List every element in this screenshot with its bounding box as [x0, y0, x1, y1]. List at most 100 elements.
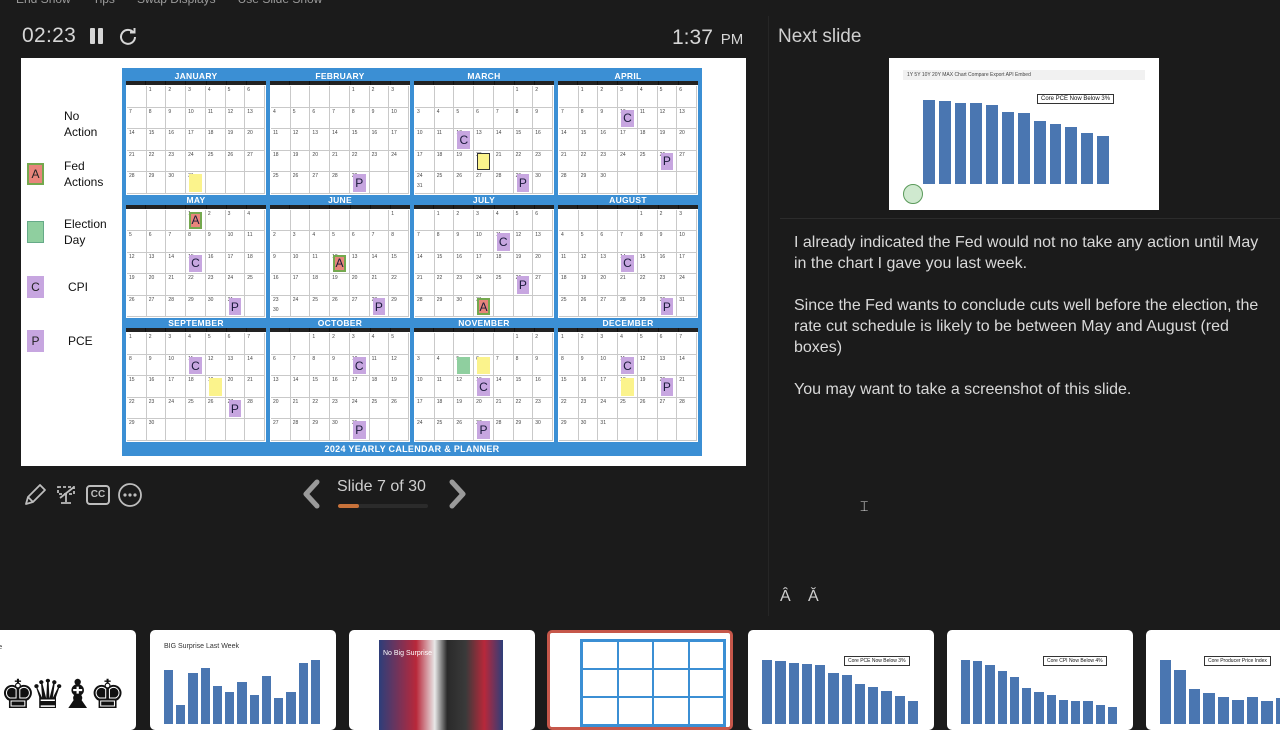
day-cell: 14	[166, 252, 187, 275]
swap-displays-link[interactable]: Swap Displays	[137, 0, 216, 8]
filmstrip-slide-thumbnail[interactable]: ing and Patience ♚♛♝♚	[0, 630, 136, 730]
day-cell: 9	[271, 252, 291, 275]
day-cell	[657, 419, 678, 441]
pause-timer-button[interactable]	[89, 28, 105, 44]
speaker-notes[interactable]: I already indicated the Fed would not no…	[794, 232, 1264, 421]
thumbnail-bar	[841, 674, 852, 724]
legend-swatch: A	[27, 163, 44, 185]
day-cell: 9	[205, 231, 226, 253]
day-cell	[290, 86, 311, 108]
next-slide-button[interactable]	[447, 478, 469, 510]
filmstrip-slide-thumbnail[interactable]	[547, 630, 733, 730]
day-cell: 1	[310, 333, 331, 355]
filmstrip-slide-thumbnail[interactable]: Core Producer Price Index	[1146, 630, 1280, 730]
day-cell: 31	[677, 295, 697, 318]
calendar-marker-C: C	[477, 378, 490, 396]
tips-link[interactable]: Tips	[93, 0, 115, 8]
day-cell	[245, 172, 265, 194]
filmstrip-slide-thumbnail[interactable]: Core PCE Now Below 3%	[748, 630, 934, 730]
previous-slide-button[interactable]	[300, 478, 322, 510]
use-slide-show-link[interactable]: Use Slide Show	[238, 0, 323, 8]
calendar-mini-month	[618, 642, 652, 668]
day-cell: 19	[290, 150, 311, 173]
day-cell: 26	[225, 150, 246, 173]
day-cell: 18	[205, 129, 226, 151]
chart-toolbar: 1Y 5Y 10Y 20Y MAX Chart Compare Export A…	[903, 70, 1145, 80]
day-cell	[415, 333, 435, 355]
day-cell: 16	[598, 129, 619, 151]
restart-timer-button[interactable]	[118, 26, 138, 46]
day-cell	[245, 295, 265, 318]
end-show-link[interactable]: End Show	[16, 0, 71, 8]
day-cell: 30	[578, 419, 599, 441]
day-cell: 1A	[186, 209, 206, 232]
day-cell	[578, 209, 599, 232]
month-days: 12345678910C1112131415161718192021222324…	[270, 332, 410, 442]
day-cell: 7	[330, 107, 350, 130]
pane-divider[interactable]	[768, 16, 769, 616]
day-cell: 21	[493, 150, 514, 173]
day-cell	[290, 209, 311, 232]
calendar-marker-C: C	[352, 356, 366, 375]
day-cell: 9	[330, 354, 350, 377]
day-cell: 27	[598, 295, 619, 318]
day-cell	[186, 419, 206, 441]
pen-tool-button[interactable]	[22, 482, 48, 508]
day-cell: 1	[578, 86, 599, 108]
day-cell: 12	[637, 354, 658, 377]
day-cell: 30P	[657, 295, 678, 318]
day-cell: 12	[389, 354, 409, 377]
next-slide-preview[interactable]: 1Y 5Y 10Y 20Y MAX Chart Compare Export A…	[889, 58, 1159, 210]
day-cell: 5	[637, 333, 658, 355]
filmstrip-slide-thumbnail[interactable]: Core CPI Now Below 4%	[947, 630, 1133, 730]
day-cell: 7	[290, 354, 311, 377]
day-cell: 12	[513, 231, 534, 253]
day-cell: 4	[434, 107, 455, 130]
day-cell: 8	[513, 107, 534, 130]
day-cell: 21	[493, 397, 514, 420]
day-cell: 21	[677, 376, 697, 398]
day-cell: 19	[205, 376, 226, 398]
day-cell: 17	[349, 376, 370, 398]
calendar-marker-Y	[477, 356, 490, 375]
day-cell: 14	[127, 129, 147, 151]
day-cell	[205, 419, 226, 441]
calendar-marker-C: C	[457, 131, 471, 149]
thumbnail-bar	[1107, 706, 1118, 724]
month-april: APRIL12345678910C11121314151617181920212…	[558, 71, 698, 195]
day-cell: 26	[205, 397, 226, 420]
day-cell: 29P	[513, 172, 534, 194]
day-cell	[271, 209, 291, 232]
filmstrip-slide-thumbnail[interactable]: BIG Surprise Last Week	[150, 630, 336, 730]
day-cell	[369, 209, 390, 232]
day-cell: 26	[330, 295, 350, 318]
day-cell: 20	[146, 274, 167, 296]
day-cell: 17	[474, 252, 494, 275]
day-cell: 8	[434, 231, 455, 253]
laser-pointer-button[interactable]	[54, 482, 80, 508]
legend-swatch	[27, 221, 44, 243]
decrease-font-button[interactable]: Ǎ	[808, 588, 819, 606]
day-cell	[657, 172, 678, 194]
day-cell: 19	[578, 274, 599, 296]
day-cell: 23	[330, 397, 350, 420]
day-cell: 21	[290, 397, 311, 420]
day-cell: 28	[493, 419, 514, 441]
day-cell: 22	[310, 397, 331, 420]
filmstrip-slide-thumbnail[interactable]: No Big Surprise	[349, 630, 535, 730]
day-cell: 25	[637, 150, 658, 173]
day-cell: 21	[127, 150, 147, 173]
day-cell: 1	[637, 209, 658, 232]
more-options-button[interactable]	[117, 482, 143, 508]
day-cell	[618, 209, 638, 232]
day-cell: 24	[618, 150, 638, 173]
day-cell: 20	[225, 376, 246, 398]
day-cell: 2	[146, 333, 167, 355]
increase-font-button[interactable]: Â	[780, 588, 791, 606]
day-cell: 19	[513, 252, 534, 275]
calendar-mini	[580, 639, 726, 727]
day-cell: 11	[559, 252, 579, 275]
captions-button[interactable]: CC	[86, 482, 112, 508]
current-slide[interactable]: No Action A Fed Actions Election Day C CPI P PCE J…	[21, 58, 746, 466]
day-cell: 18	[618, 376, 638, 398]
